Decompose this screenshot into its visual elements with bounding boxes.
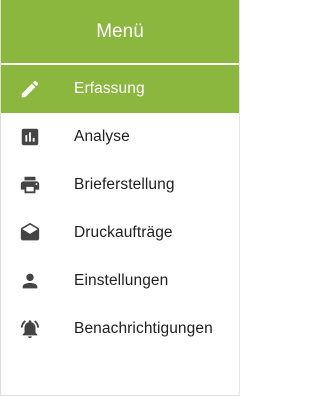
menu-item-einstellungen[interactable]: Einstellungen [1, 257, 239, 305]
menu-item-druckauftraege[interactable]: Druckaufträge [1, 209, 239, 257]
drawer-header: Menü [1, 0, 239, 65]
printer-icon [18, 173, 42, 197]
menu-item-label: Erfassung [74, 80, 145, 97]
menu-item-benachrichtigungen[interactable]: Benachrichtigungen [1, 305, 239, 353]
menu-item-label: Druckaufträge [74, 224, 173, 241]
menu-list: Erfassung Analyse Brieferstellung Drucka… [1, 65, 239, 353]
person-icon [18, 269, 42, 293]
navigation-drawer: Menü Erfassung Analyse Brieferstellung D… [0, 0, 240, 396]
pencil-icon [18, 77, 42, 101]
drawer-title: Menü [96, 20, 144, 42]
menu-item-label: Einstellungen [74, 272, 169, 289]
menu-item-label: Brieferstellung [74, 176, 175, 193]
bar-chart-icon [18, 125, 42, 149]
menu-item-label: Analyse [74, 128, 130, 145]
menu-item-label: Benachrichtigungen [74, 320, 213, 337]
envelope-open-icon [18, 221, 42, 245]
menu-item-analyse[interactable]: Analyse [1, 113, 239, 161]
menu-item-brieferstellung[interactable]: Brieferstellung [1, 161, 239, 209]
bell-ringing-icon [18, 317, 42, 341]
menu-item-erfassung[interactable]: Erfassung [1, 65, 239, 113]
